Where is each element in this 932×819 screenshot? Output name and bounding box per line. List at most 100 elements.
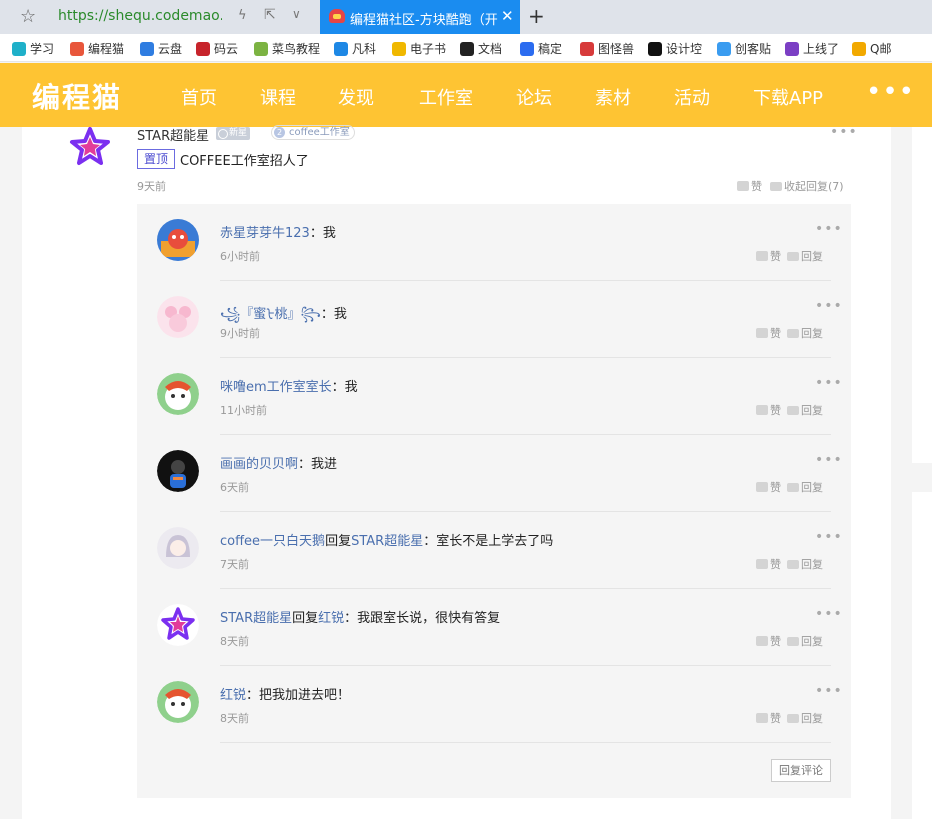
reply-text: ：我进	[298, 457, 338, 472]
bookmark-item[interactable]: 图怪兽	[580, 40, 634, 57]
replies-panel: 赤星芽芽牛123：我 6小时前 ••• 赞回复 ꧁『蜜ᡶ桃』꧂：我 9小时前 ••• 赞回复咪…	[137, 204, 851, 798]
reply-avatar[interactable]	[157, 604, 199, 646]
nav-item-courses[interactable]: 课程	[260, 84, 296, 110]
reply-actions: 赞回复	[756, 325, 823, 341]
nav-item-events[interactable]: 活动	[674, 84, 710, 110]
reply-more-icon[interactable]: •••	[815, 529, 843, 545]
bookmarks-bar: 学习 编程猫 云盘 码云 菜鸟教程 凡科 电子书 文档 稿定 图怪兽 设计埪 创客贴 上线了 Q邮	[0, 34, 932, 62]
reply-reply-button[interactable]: 回复	[787, 248, 823, 264]
nav-more-icon[interactable]: •••	[866, 77, 915, 107]
reply-actions: 赞回复	[756, 710, 823, 726]
address-bar-url[interactable]: https://shequ.codemao.c	[58, 8, 222, 24]
reply-time: 11小时前	[220, 404, 267, 417]
reply-avatar[interactable]	[157, 527, 199, 569]
reply-like-button[interactable]: 赞	[756, 556, 781, 572]
bookmark-label: 码云	[214, 42, 239, 56]
post-like-button[interactable]: 赞	[737, 178, 762, 194]
bookmark-item[interactable]: 上线了	[785, 40, 839, 57]
author-avatar[interactable]	[68, 125, 112, 169]
bookmark-label: 创客贴	[735, 42, 772, 56]
reply-comment-button[interactable]: 回复评论	[771, 759, 831, 782]
reply-reply-button[interactable]: 回复	[787, 633, 823, 649]
nav-item-studio[interactable]: 工作室	[419, 84, 473, 110]
reply-more-icon[interactable]: •••	[815, 298, 843, 314]
bookmark-item[interactable]: 云盘	[140, 40, 182, 57]
reply-like-button[interactable]: 赞	[756, 710, 781, 726]
studio-badge[interactable]: coffee工作室	[271, 125, 355, 140]
reply-username[interactable]: ꧁『蜜ᡶ桃』꧂	[220, 307, 321, 322]
bookmark-label: 图怪兽	[598, 42, 635, 56]
active-tab[interactable]: 编程猫社区-方块酷跑（开源 ✕	[320, 0, 520, 34]
reply-like-button[interactable]: 赞	[756, 248, 781, 264]
nav-item-forum[interactable]: 论坛	[516, 84, 552, 110]
reply-like-button[interactable]: 赞	[756, 479, 781, 495]
nav-item-home[interactable]: 首页	[181, 84, 217, 110]
bookmark-item[interactable]: 编程猫	[70, 40, 124, 57]
reply-content: 红锐：把我加进去吧！	[220, 684, 350, 703]
reply-reply-button[interactable]: 回复	[787, 556, 823, 572]
bookmark-item[interactable]: 凡科	[334, 40, 376, 57]
reply-username[interactable]: coffee一只白天鹅	[220, 534, 325, 549]
reply-avatar[interactable]	[157, 450, 199, 492]
new-tab-icon[interactable]: +	[528, 4, 545, 28]
reply-more-icon[interactable]: •••	[815, 221, 843, 237]
thumbs-up-icon	[756, 636, 768, 646]
reply-content: coffee一只白天鹅回复STAR超能星：室长不是上学去了吗	[220, 530, 553, 549]
reply-username[interactable]: 画画的贝贝啊	[220, 457, 298, 472]
reply-actions: 赞回复	[756, 402, 823, 418]
bookmark-item[interactable]: 设计埪	[648, 40, 702, 57]
bookmark-item[interactable]: 创客贴	[717, 40, 771, 57]
nav-item-materials[interactable]: 素材	[595, 84, 631, 110]
comment-icon	[770, 182, 782, 191]
reply-like-button[interactable]: 赞	[756, 633, 781, 649]
bookmark-item[interactable]: 学习	[12, 40, 54, 57]
bookmark-star-icon[interactable]: ☆	[20, 6, 36, 27]
reply-username[interactable]: STAR超能星	[220, 611, 292, 626]
nav-item-discover[interactable]: 发现	[338, 84, 374, 110]
reply-reply-button[interactable]: 回复	[787, 710, 823, 726]
reply-reply-button[interactable]: 回复	[787, 402, 823, 418]
post-more-icon[interactable]: •••	[830, 124, 858, 140]
reply-avatar[interactable]	[157, 373, 199, 415]
reply-time: 7天前	[220, 558, 249, 571]
reply-target-username[interactable]: STAR超能星	[351, 534, 423, 549]
reply-content: 画画的贝贝啊：我进	[220, 453, 337, 472]
bookmark-item[interactable]: 文档	[460, 40, 502, 57]
reply-more-icon[interactable]: •••	[815, 606, 843, 622]
site-logo[interactable]: 编程猫	[32, 76, 122, 116]
share-icon[interactable]: ⇱	[264, 7, 276, 23]
reply-item: ꧁『蜜ᡶ桃』꧂：我 9小时前 ••• 赞回复	[137, 281, 851, 358]
reply-more-icon[interactable]: •••	[815, 452, 843, 468]
lightning-icon[interactable]: ϟ	[238, 8, 247, 23]
reply-avatar[interactable]	[157, 219, 199, 261]
reply-more-icon[interactable]: •••	[815, 683, 843, 699]
reply-item: 赤星芽芽牛123：我 6小时前 ••• 赞回复	[137, 204, 851, 281]
close-tab-icon[interactable]: ✕	[501, 7, 514, 25]
collapse-replies-button[interactable]: 收起回复(7)	[770, 178, 844, 194]
reply-avatar[interactable]	[157, 681, 199, 723]
bookmark-item[interactable]: 菜鸟教程	[254, 40, 320, 57]
chevron-down-icon[interactable]: ∨	[292, 7, 301, 21]
reply-like-button[interactable]: 赞	[756, 325, 781, 341]
reply-avatar[interactable]	[157, 296, 199, 338]
thumbs-up-icon	[737, 181, 749, 191]
bookmark-item[interactable]: Q邮	[852, 40, 891, 57]
reply-target-username[interactable]: 红锐	[318, 611, 344, 626]
bookmark-item[interactable]: 码云	[196, 40, 238, 57]
reply-text: ：室长不是上学去了吗	[423, 534, 554, 549]
reply-actions: 赞回复	[756, 633, 823, 649]
reply-like-button[interactable]: 赞	[756, 402, 781, 418]
reply-reply-button[interactable]: 回复	[787, 325, 823, 341]
bookmark-item[interactable]: 电子书	[392, 40, 446, 57]
post-author-name[interactable]: STAR超能星	[137, 125, 209, 144]
bookmark-label: 凡科	[352, 42, 377, 56]
bookmark-favicon-icon	[140, 41, 154, 56]
reply-username[interactable]: 红锐	[220, 688, 246, 703]
reply-more-icon[interactable]: •••	[815, 375, 843, 391]
bookmark-item[interactable]: 稿定	[520, 40, 562, 57]
reply-reply-button[interactable]: 回复	[787, 479, 823, 495]
nav-item-download-app[interactable]: 下载APP	[753, 84, 823, 110]
bookmark-label: 文档	[478, 42, 503, 56]
reply-username[interactable]: 咪噜em工作室室长	[220, 380, 332, 395]
reply-username[interactable]: 赤星芽芽牛123	[220, 226, 310, 241]
